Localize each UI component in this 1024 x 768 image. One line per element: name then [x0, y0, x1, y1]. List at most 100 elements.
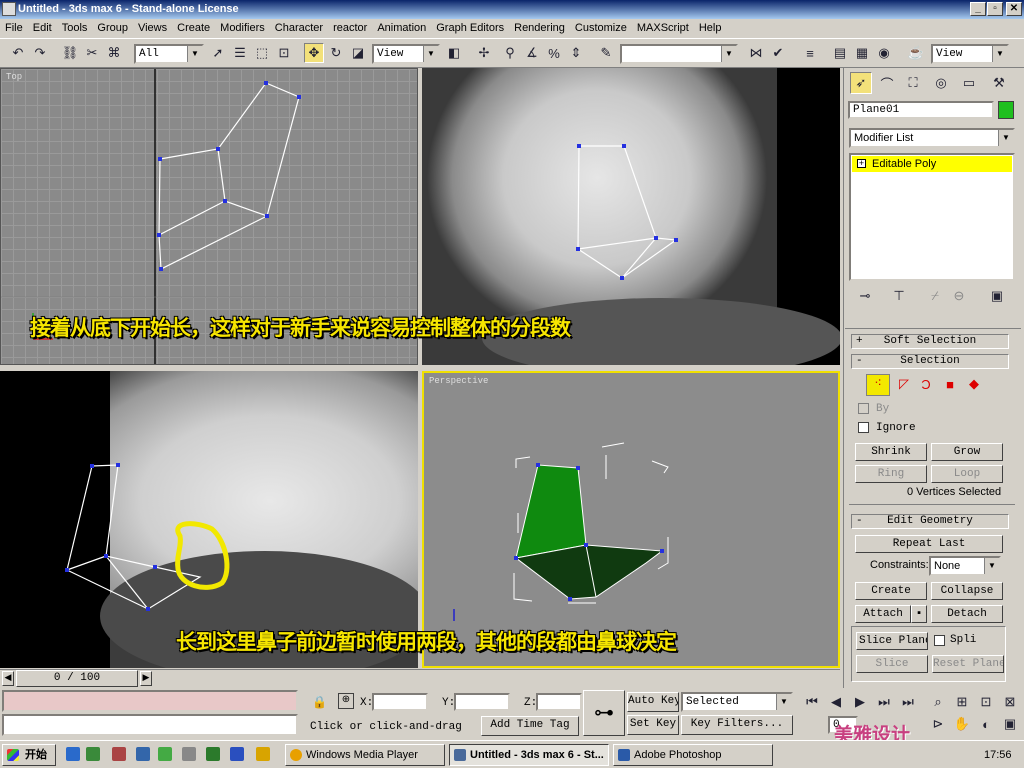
attach-list-icon[interactable]: ▪	[911, 605, 927, 623]
spinner-snap-icon[interactable]: ⇕	[566, 43, 586, 63]
percent-snap-icon[interactable]: %	[544, 43, 564, 63]
quicklaunch-app-icon[interactable]	[256, 747, 270, 761]
menu-rendering[interactable]: Rendering	[509, 19, 570, 37]
shrink-button[interactable]: Shrink	[855, 443, 927, 461]
abs-rel-icon[interactable]: ⊕	[338, 693, 354, 709]
attach-button[interactable]: Attach	[855, 605, 911, 623]
prev-frame-icon[interactable]: ◀	[2, 671, 14, 686]
snap-toggle-icon[interactable]: ⚲	[500, 43, 520, 63]
zoom-extents-icon[interactable]: ⊡	[976, 692, 996, 712]
start-button[interactable]: 开始	[2, 744, 56, 766]
select-rotate-icon[interactable]: ↻	[326, 43, 346, 63]
undo-icon[interactable]: ↶	[8, 43, 28, 63]
zoom-all-icon[interactable]: ⊞	[952, 692, 972, 712]
motion-tab-icon[interactable]: ◎	[930, 72, 952, 94]
menu-maxscript[interactable]: MAXScript	[632, 19, 694, 37]
menu-edit[interactable]: Edit	[28, 19, 57, 37]
select-scale-icon[interactable]: ◪	[348, 43, 368, 63]
split-checkbox[interactable]	[934, 635, 945, 646]
object-color-swatch[interactable]	[998, 101, 1014, 119]
edit-geometry-rollout[interactable]: - Edit Geometry	[851, 514, 1009, 529]
add-time-tag-button[interactable]: Add Time Tag	[481, 716, 579, 736]
quicklaunch-app-icon[interactable]	[158, 747, 172, 761]
task-photoshop[interactable]: Adobe Photoshop	[613, 744, 773, 766]
slice-button[interactable]: Slice	[856, 655, 928, 673]
selection-rollout[interactable]: - Selection	[851, 354, 1009, 369]
bind-spacewarp-icon[interactable]: ⌘	[104, 43, 124, 63]
menu-graph-editors[interactable]: Graph Editors	[431, 19, 509, 37]
collapse-button[interactable]: Collapse	[931, 582, 1003, 600]
y-coord-input[interactable]	[454, 693, 510, 711]
expand-icon[interactable]: +	[857, 159, 866, 168]
loop-button[interactable]: Loop	[931, 465, 1003, 483]
z-coord-input[interactable]	[536, 693, 582, 711]
viewport-left[interactable]	[0, 371, 418, 668]
show-end-result-icon[interactable]: ⊤	[889, 286, 909, 306]
remove-modifier-icon[interactable]: ⊖	[949, 286, 969, 306]
utilities-tab-icon[interactable]: ⚒	[988, 72, 1010, 94]
select-link-icon[interactable]: ⛓	[60, 43, 80, 63]
unlink-icon[interactable]: ✂	[82, 43, 102, 63]
redo-icon[interactable]: ↷	[30, 43, 50, 63]
set-key-button[interactable]: Set Key	[627, 715, 679, 735]
ignore-backfacing-checkbox[interactable]	[858, 422, 869, 433]
display-tab-icon[interactable]: ▭	[958, 72, 980, 94]
create-tab-icon[interactable]: ➶	[850, 72, 872, 94]
next-frame-icon[interactable]: ▶	[140, 671, 152, 686]
align-icon[interactable]: ✔	[768, 43, 788, 63]
soft-selection-rollout[interactable]: + Soft Selection	[851, 334, 1009, 349]
border-mode-icon[interactable]: Ͻ	[916, 374, 936, 394]
repeat-last-button[interactable]: Repeat Last	[855, 535, 1003, 553]
vertex-mode-icon[interactable]: ⁖	[866, 374, 890, 396]
menu-views[interactable]: Views	[133, 19, 172, 37]
render-scene-icon[interactable]: ☕	[906, 43, 926, 63]
maximize-button[interactable]: ▫	[987, 2, 1003, 16]
menu-tools[interactable]: Tools	[57, 19, 93, 37]
menu-create[interactable]: Create	[172, 19, 215, 37]
set-key-icon[interactable]: ⊶	[583, 690, 625, 736]
selection-filter-dropdown[interactable]: All ▼	[134, 44, 204, 64]
quicklaunch-app-icon[interactable]	[136, 747, 150, 761]
grow-button[interactable]: Grow	[931, 443, 1003, 461]
rect-selection-icon[interactable]: ⬚	[252, 43, 272, 63]
edit-named-sel-icon[interactable]: ✎	[596, 43, 616, 63]
go-to-end-icon[interactable]: ⏭	[898, 692, 918, 712]
detach-button[interactable]: Detach	[931, 605, 1003, 623]
schematic-view-icon[interactable]: ▦	[852, 43, 872, 63]
task-media-player[interactable]: Windows Media Player	[285, 744, 445, 766]
task-3dsmax[interactable]: Untitled - 3ds max 6 - St...	[449, 744, 609, 766]
viewport-perspective[interactable]: Perspective	[422, 371, 840, 668]
menu-animation[interactable]: Animation	[372, 19, 431, 37]
previous-frame-icon[interactable]: ◀	[826, 692, 846, 712]
pivot-center-icon[interactable]: ◧	[444, 43, 464, 63]
slice-plane-button[interactable]: Slice Plane	[856, 632, 928, 650]
material-editor-icon[interactable]: ◉	[874, 43, 894, 63]
render-type-dropdown[interactable]: View ▼	[931, 44, 1009, 64]
edge-mode-icon[interactable]: ◸	[894, 374, 914, 394]
menu-customize[interactable]: Customize	[570, 19, 632, 37]
play-icon[interactable]: ▶	[850, 692, 870, 712]
window-crossing-icon[interactable]: ⊡	[274, 43, 294, 63]
menu-group[interactable]: Group	[92, 19, 133, 37]
zoom-icon[interactable]: ⌕	[928, 692, 948, 712]
named-selection-dropdown[interactable]: ▼	[620, 44, 738, 64]
ring-button[interactable]: Ring	[855, 465, 927, 483]
modify-tab-icon[interactable]: ⌒	[876, 72, 898, 94]
quicklaunch-word-icon[interactable]	[230, 747, 244, 761]
lock-icon[interactable]: 🔒	[312, 695, 327, 709]
maxscript-input[interactable]	[2, 714, 298, 736]
select-by-name-icon[interactable]: ☰	[230, 43, 250, 63]
menu-character[interactable]: Character	[270, 19, 328, 37]
ref-coord-dropdown[interactable]: View ▼	[372, 44, 440, 64]
menu-reactor[interactable]: reactor	[328, 19, 372, 37]
polygon-mode-icon[interactable]: ■	[940, 374, 960, 394]
select-move-icon[interactable]: ✥	[304, 43, 324, 63]
select-object-icon[interactable]: ➚	[208, 43, 228, 63]
menu-help[interactable]: Help	[694, 19, 727, 37]
by-vertex-checkbox[interactable]	[858, 403, 869, 414]
next-frame-icon[interactable]: ⏭	[874, 692, 894, 712]
time-slider-thumb[interactable]: 0 / 100	[16, 670, 138, 687]
menu-modifiers[interactable]: Modifiers	[215, 19, 270, 37]
quicklaunch-ie-icon[interactable]	[66, 747, 80, 761]
constraints-dropdown[interactable]: None ▼	[929, 556, 1001, 576]
